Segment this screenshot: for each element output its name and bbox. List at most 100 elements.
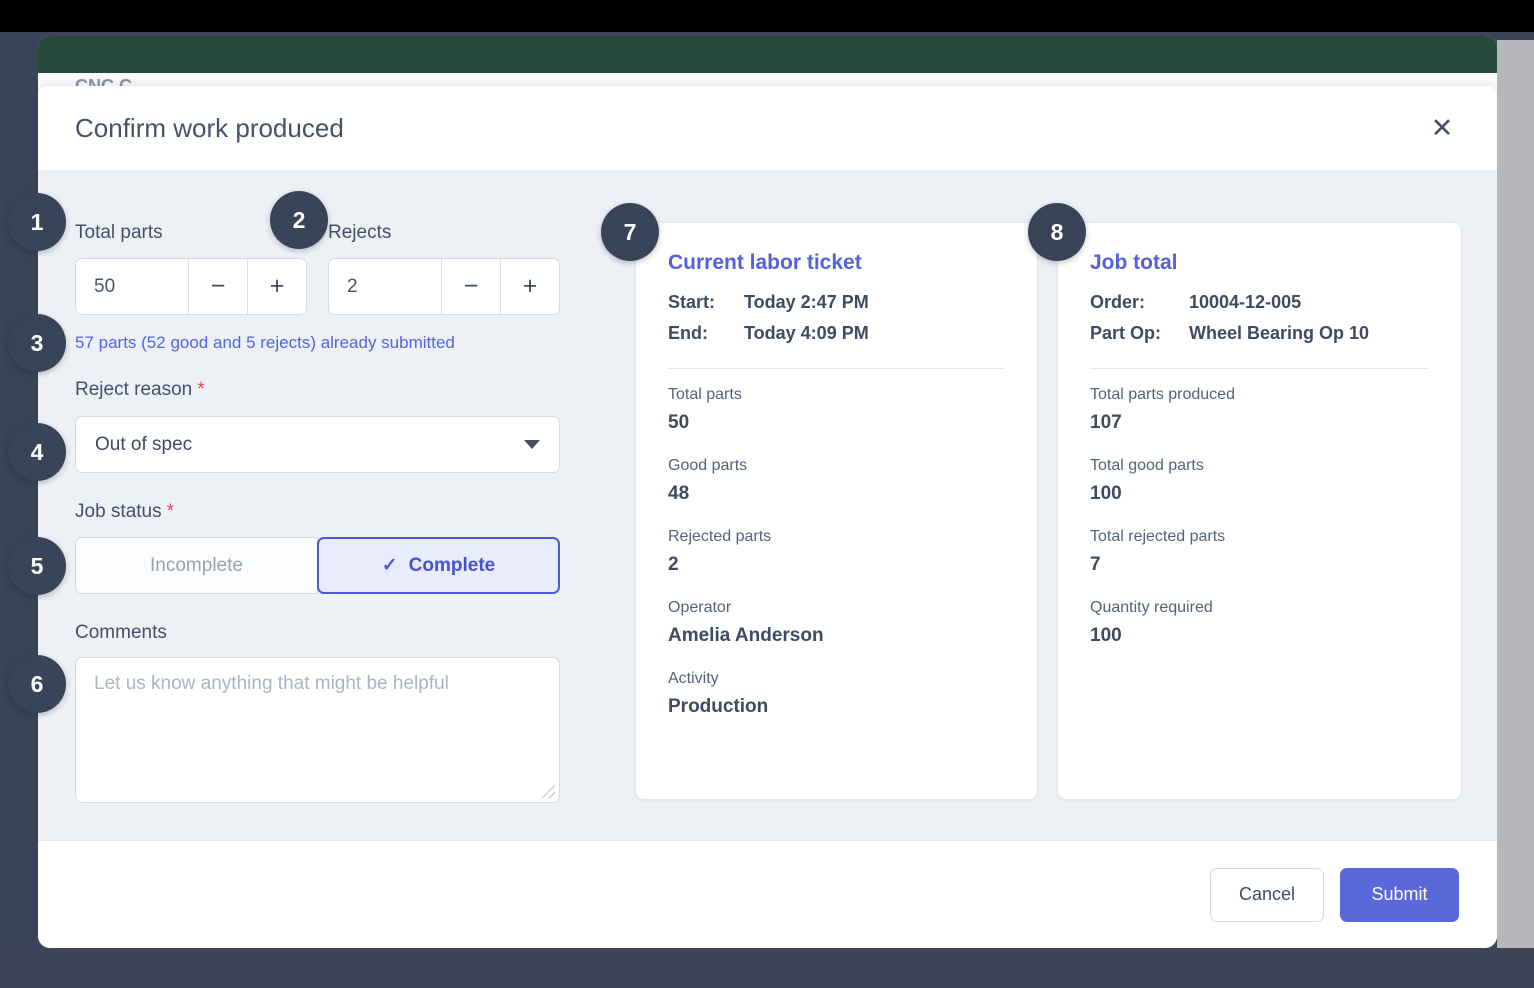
order-label: Order: (1090, 287, 1189, 318)
close-button[interactable]: ✕ (1424, 110, 1460, 146)
modal-body: Total parts − + Rejects − + 57 parts (52… (38, 170, 1497, 840)
modal-footer: Cancel Submit (38, 840, 1497, 948)
job-field-total-good: Total good parts 100 (1090, 455, 1429, 507)
labor-field-activity: Activity Production (668, 668, 1005, 720)
annotation-rail (3, 33, 38, 945)
background-page-heading: CNC C (75, 73, 132, 86)
part-op-value: Wheel Bearing Op 10 (1189, 318, 1369, 349)
annotation-badge-2: 2 (270, 191, 328, 249)
close-icon: ✕ (1431, 115, 1454, 142)
field-value: 7 (1090, 552, 1429, 578)
comments-label: Comments (75, 622, 167, 644)
job-field-total-rejected: Total rejected parts 7 (1090, 526, 1429, 578)
job-status-label: Job status* (75, 501, 174, 523)
field-value: 48 (668, 481, 1005, 507)
total-parts-input[interactable] (76, 259, 188, 314)
labor-field-good-parts: Good parts 48 (668, 455, 1005, 507)
required-asterisk: * (167, 501, 174, 522)
field-label: Quantity required (1090, 597, 1429, 618)
already-submitted-note: 57 parts (52 good and 5 rejects) already… (75, 333, 455, 353)
plus-icon: + (270, 272, 285, 301)
modal-title: Confirm work produced (75, 113, 344, 144)
total-parts-label: Total parts (75, 222, 163, 244)
confirm-work-produced-modal: Confirm work produced ✕ Total parts − + … (38, 86, 1497, 948)
annotation-badge-7: 7 (601, 203, 659, 261)
check-icon: ✓ (382, 554, 398, 577)
reject-reason-label: Reject reason* (75, 379, 205, 401)
card-divider (668, 368, 1005, 369)
start-value: Today 2:47 PM (744, 287, 869, 318)
field-label: Rejected parts (668, 526, 1005, 547)
labor-meta-end: End: Today 4:09 PM (668, 318, 1005, 349)
field-label: Total good parts (1090, 455, 1429, 476)
minus-icon: − (464, 272, 479, 301)
job-meta-order: Order: 10004-12-005 (1090, 287, 1429, 318)
rejects-decrement-button[interactable]: − (441, 259, 500, 314)
reject-reason-value: Out of spec (95, 434, 192, 456)
job-status-toggle: Incomplete ✓ Complete (75, 537, 560, 594)
chevron-down-icon (524, 440, 540, 449)
background-page-scroll-area (1497, 40, 1534, 948)
annotation-badge-4: 4 (8, 423, 66, 481)
start-label: Start: (668, 287, 744, 318)
field-value: 100 (1090, 481, 1429, 507)
required-asterisk: * (197, 379, 204, 400)
end-label: End: (668, 318, 744, 349)
annotation-badge-3: 3 (8, 314, 66, 372)
field-label: Good parts (668, 455, 1005, 476)
labor-field-operator: Operator Amelia Anderson (668, 597, 1005, 649)
submit-button[interactable]: Submit (1340, 868, 1459, 922)
app-window: CNC C Confirm work produced ✕ Total part… (38, 36, 1497, 948)
job-field-quantity-required: Quantity required 100 (1090, 597, 1429, 649)
rejects-label: Rejects (328, 222, 391, 244)
cancel-button[interactable]: Cancel (1210, 868, 1324, 922)
modal-header: Confirm work produced ✕ (38, 86, 1497, 170)
card-divider (1090, 368, 1429, 369)
field-value: Amelia Anderson (668, 623, 1005, 649)
comments-textarea[interactable] (75, 657, 560, 803)
annotation-badge-1: 1 (8, 193, 66, 251)
current-labor-ticket-card: Current labor ticket Start: Today 2:47 P… (635, 222, 1038, 800)
end-value: Today 4:09 PM (744, 318, 869, 349)
annotation-badge-6: 6 (8, 655, 66, 713)
field-label: Total parts produced (1090, 384, 1429, 405)
rejects-input[interactable] (329, 259, 441, 314)
total-parts-stepper: − + (75, 258, 307, 315)
field-value: 100 (1090, 623, 1429, 649)
reject-reason-label-text: Reject reason (75, 379, 192, 400)
minus-icon: − (211, 272, 226, 301)
job-status-label-text: Job status (75, 501, 162, 522)
order-value: 10004-12-005 (1189, 287, 1301, 318)
app-header-bar (38, 36, 1497, 73)
reject-reason-select[interactable]: Out of spec (75, 416, 560, 473)
field-label: Operator (668, 597, 1005, 618)
field-value: 50 (668, 410, 1005, 436)
job-status-option-incomplete[interactable]: Incomplete (75, 537, 318, 594)
letterbox-top (0, 0, 1534, 32)
background-page-strip: CNC C (38, 73, 1497, 86)
total-parts-increment-button[interactable]: + (247, 259, 306, 314)
complete-option-label: Complete (409, 555, 496, 577)
job-meta-part-op: Part Op: Wheel Bearing Op 10 (1090, 318, 1429, 349)
rejects-stepper: − + (328, 258, 560, 315)
plus-icon: + (523, 272, 538, 301)
field-value: Production (668, 694, 1005, 720)
job-status-option-complete[interactable]: ✓ Complete (317, 537, 560, 594)
job-total-card: Job total Order: 10004-12-005 Part Op: W… (1057, 222, 1462, 800)
total-parts-decrement-button[interactable]: − (188, 259, 247, 314)
incomplete-option-label: Incomplete (150, 555, 243, 577)
annotation-badge-8: 8 (1028, 203, 1086, 261)
job-field-total-produced: Total parts produced 107 (1090, 384, 1429, 436)
part-op-label: Part Op: (1090, 318, 1189, 349)
job-card-title: Job total (1090, 251, 1429, 275)
labor-meta-start: Start: Today 2:47 PM (668, 287, 1005, 318)
comments-field-wrap (75, 657, 560, 803)
field-label: Activity (668, 668, 1005, 689)
labor-card-title: Current labor ticket (668, 251, 1005, 275)
field-value: 107 (1090, 410, 1429, 436)
labor-field-rejected-parts: Rejected parts 2 (668, 526, 1005, 578)
field-value: 2 (668, 552, 1005, 578)
rejects-increment-button[interactable]: + (500, 259, 559, 314)
labor-field-total-parts: Total parts 50 (668, 384, 1005, 436)
field-label: Total parts (668, 384, 1005, 405)
